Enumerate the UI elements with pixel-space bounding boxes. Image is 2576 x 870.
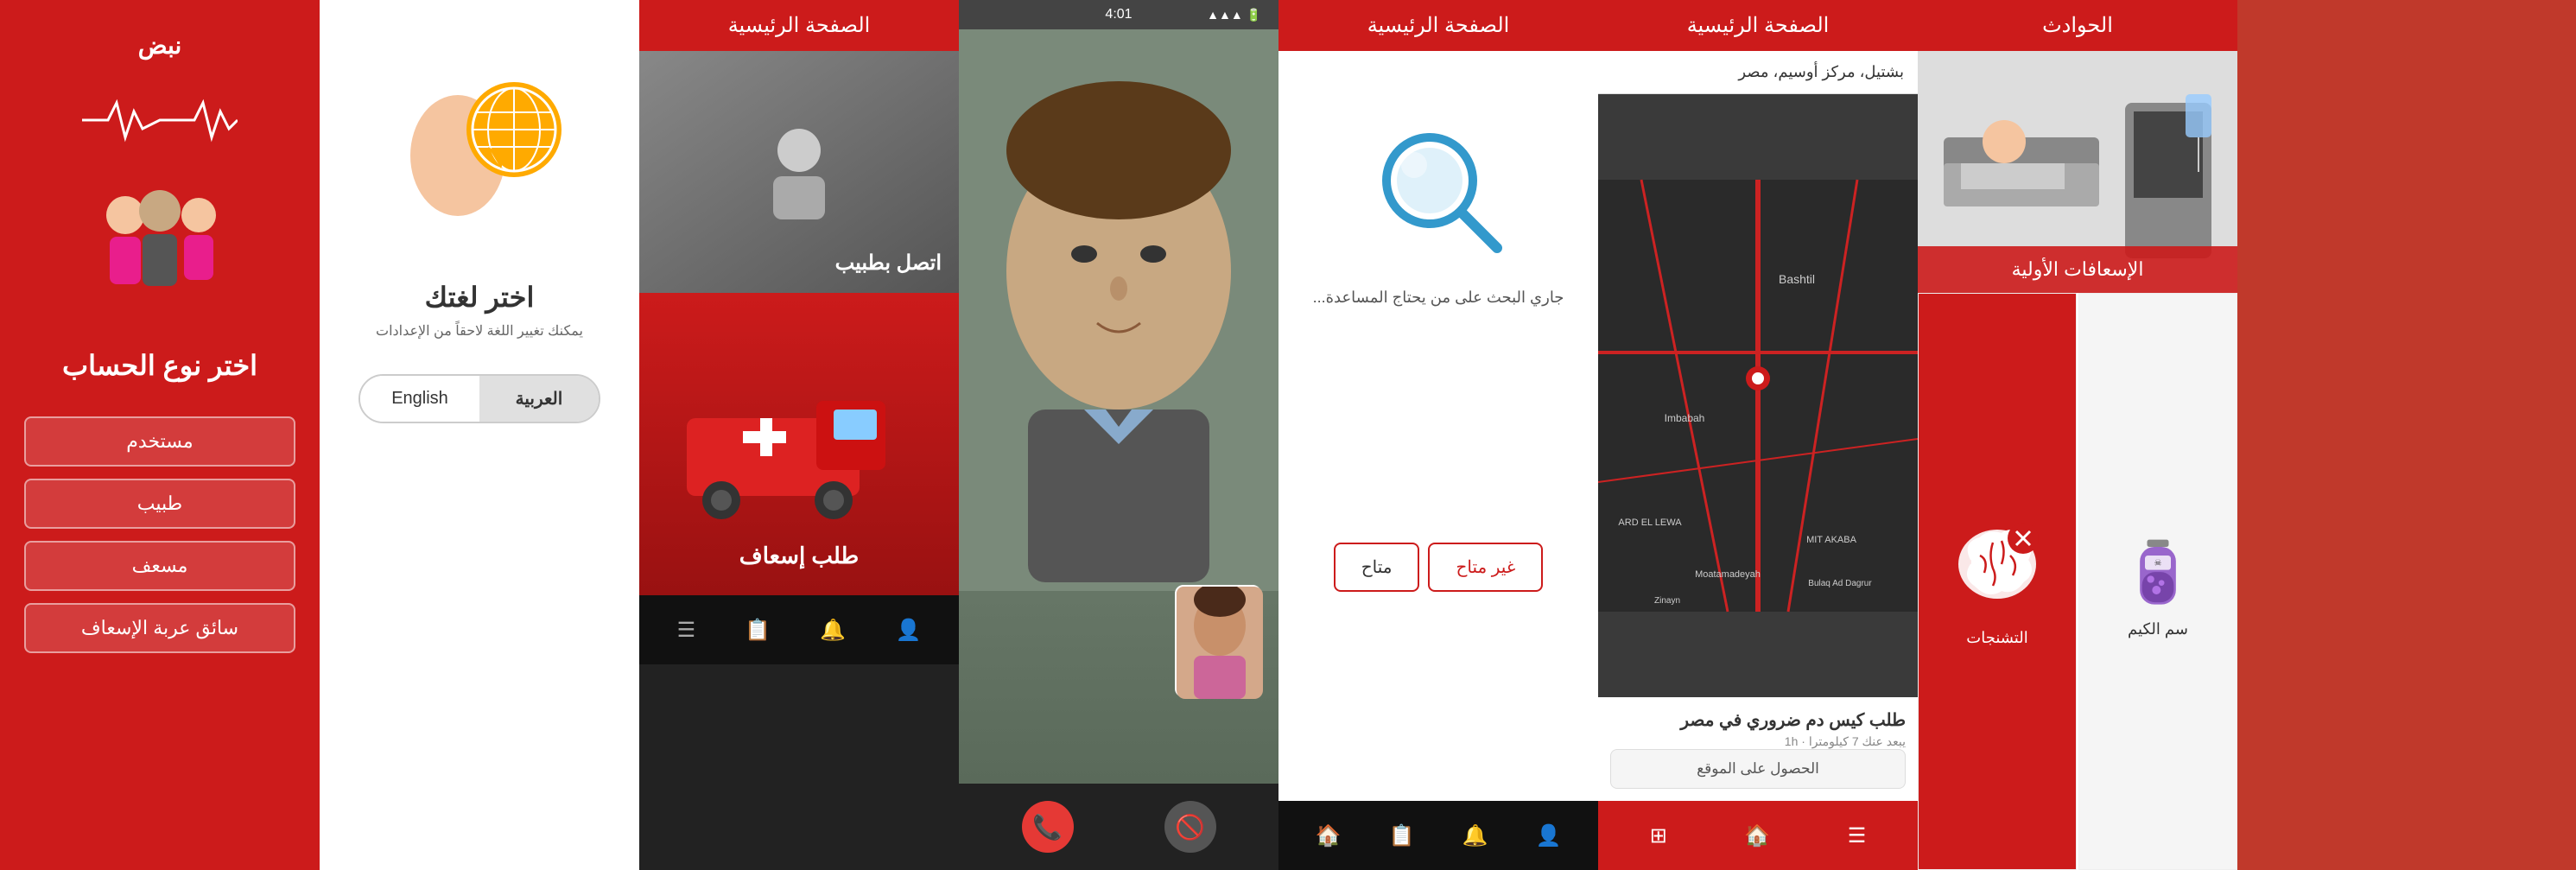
svg-text:ARD EL LEWA: ARD EL LEWA xyxy=(1618,518,1682,528)
location-label: بشتيل، مركز أوسيم، مصر xyxy=(1598,51,1918,94)
get-location-btn[interactable]: الحصول على الموقع xyxy=(1610,749,1906,789)
language-icon-area xyxy=(393,69,566,246)
seizures-label: التشنجات xyxy=(1966,629,2027,647)
nav-grid-icon[interactable]: ⊞ xyxy=(1650,823,1667,848)
contact-doctor-label: اتصل بطبيب xyxy=(835,251,942,276)
main-video-feed xyxy=(959,29,1278,784)
nav-bell-icon[interactable]: 🔔 xyxy=(1462,823,1488,848)
option-user[interactable]: مستخدم xyxy=(24,416,296,467)
poisoning-label: سم الكيم xyxy=(2128,620,2188,638)
contact-doctor-card[interactable]: اتصل بطبيب xyxy=(639,51,959,293)
status-bar: 4:01 ▲▲▲ 🔋 xyxy=(959,0,1278,29)
ambulance-label-area: طلب إسعاف xyxy=(639,509,959,595)
screen-search: الصفحة الرئيسية جاري البحث على من يحتاج … xyxy=(1278,0,1598,870)
english-btn[interactable]: English xyxy=(360,376,479,422)
caller-face xyxy=(959,29,1278,591)
screen6-bottom-nav: ⊞ 🏠 ☰ xyxy=(1598,801,1918,870)
screen6-title: الصفحة الرئيسية xyxy=(1598,0,1918,51)
people-icon xyxy=(73,181,246,314)
pip-caller xyxy=(1177,587,1263,699)
screen-video-call: 4:01 ▲▲▲ 🔋 xyxy=(959,0,1278,870)
choose-account-label: اختر نوع الحساب xyxy=(62,349,257,382)
seizures-card[interactable]: التشنجات xyxy=(1918,293,2077,870)
svg-text:Bashtil: Bashtil xyxy=(1779,272,1815,286)
brain-icon xyxy=(1945,517,2049,620)
nav-user-icon[interactable]: 👤 xyxy=(1536,823,1562,848)
ambulance-card[interactable]: طلب إسعاف xyxy=(639,293,959,595)
search-icon-area xyxy=(1369,120,1507,263)
nav-icon-4[interactable]: 👤 xyxy=(896,618,922,643)
mute-video-icon: 🚫 xyxy=(1175,813,1205,841)
svg-text:Moatamadeyah: Moatamadeyah xyxy=(1695,569,1761,580)
availability-toggle: متاح غير متاح xyxy=(1334,543,1544,592)
first-aid-top-card[interactable]: الإسعافات الأولية xyxy=(1918,51,2237,293)
mute-video-btn[interactable]: 🚫 xyxy=(1164,801,1216,853)
unavailable-btn[interactable]: غير متاح xyxy=(1428,543,1543,592)
search-description: جاري البحث على من يحتاج المساعدة... xyxy=(1287,289,1590,307)
screen5-title: الصفحة الرئيسية xyxy=(1278,0,1598,51)
first-aid-grid: التشنجات ☠ سم الكيم xyxy=(1918,293,2237,870)
screen1-title: نبض xyxy=(0,22,320,68)
nav-icon-3[interactable]: 🔔 xyxy=(820,618,846,643)
call-controls: 📞 🚫 xyxy=(959,784,1278,870)
svg-text:MIT AKABA: MIT AKABA xyxy=(1806,535,1857,545)
screen-map: الصفحة الرئيسية بشتيل، مركز أوسيم، مصر B… xyxy=(1598,0,1918,870)
arabic-btn[interactable]: العربية xyxy=(479,376,599,422)
screen-language: اختر لغتك يمكنك تغيير اللغة لاحقاً من ال… xyxy=(320,0,639,870)
screen1-topbar xyxy=(0,0,320,22)
screen3-bottom-nav: ☰ 📋 🔔 👤 xyxy=(639,595,959,664)
end-call-btn[interactable]: 📞 xyxy=(1022,801,1074,853)
svg-text:☠: ☠ xyxy=(2154,558,2162,568)
lang-hint-text: يمكنك تغيير اللغة لاحقاً من الإعدادات xyxy=(350,322,609,340)
first-aid-content: الإسعافات الأولية xyxy=(1918,51,2237,870)
account-options: مستخدم طبيب مسعف سائق عربة الإسعاف xyxy=(24,416,296,653)
doctor-icon xyxy=(747,120,851,224)
nav-icon-2[interactable]: 📋 xyxy=(745,618,771,643)
option-doctor[interactable]: طبيب xyxy=(24,479,296,529)
nav-menu-icon[interactable]: ☰ xyxy=(1848,823,1867,848)
time-display: 4:01 xyxy=(1105,7,1132,22)
nav-list-icon[interactable]: 📋 xyxy=(1389,823,1415,848)
screen-main1: الصفحة الرئيسية اتصل بطبيب xyxy=(639,0,959,870)
end-call-icon: 📞 xyxy=(1032,813,1063,841)
map-area[interactable]: Bashtil Imbabah ARD EL LEWA MIT AKABA Mo… xyxy=(1598,94,1918,697)
language-toggle: English العربية xyxy=(358,374,600,423)
nav-icon-1[interactable]: ☰ xyxy=(677,618,696,643)
poisoning-card[interactable]: ☠ سم الكيم xyxy=(2078,293,2237,870)
svg-text:Imbabah: Imbabah xyxy=(1665,412,1705,424)
nav-home-icon[interactable]: 🏠 xyxy=(1316,823,1342,848)
screen-account-type: نبض اختر نوع الحساب مستخدم طبيب مسعف سائ… xyxy=(0,0,320,870)
signal-icons: ▲▲▲ 🔋 xyxy=(1207,8,1261,22)
nav-home2-icon[interactable]: 🏠 xyxy=(1744,823,1770,848)
screen5-bottom-nav: 🏠 📋 🔔 👤 xyxy=(1278,801,1598,870)
heartbeat-logo xyxy=(82,94,238,146)
svg-text:Zinayn: Zinayn xyxy=(1654,596,1680,606)
svg-text:Bulaq Ad Dagrur: Bulaq Ad Dagrur xyxy=(1808,579,1872,588)
screen3-title: الصفحة الرئيسية xyxy=(639,0,959,51)
option-paramedic[interactable]: مسعف xyxy=(24,541,296,591)
option-driver[interactable]: سائق عربة الإسعاف xyxy=(24,603,296,653)
request-distance: يبعد عنك 7 كيلومترا · 1h xyxy=(1610,734,1906,749)
blood-request-card: طلب كيس دم ضروري في مصر يبعد عنك 7 كيلوم… xyxy=(1598,697,1918,801)
search-magnifier-icon xyxy=(1369,120,1507,258)
ambulance-label: طلب إسعاف xyxy=(639,543,959,569)
map-visual: Bashtil Imbabah ARD EL LEWA MIT AKABA Mo… xyxy=(1598,94,1918,697)
pip-video-feed xyxy=(1175,585,1261,697)
request-title: طلب كيس دم ضروري في مصر xyxy=(1610,709,1906,731)
first-aid-label: الإسعافات الأولية xyxy=(1918,246,2237,293)
choose-lang-label: اختر لغتك xyxy=(425,281,535,314)
ambulance-icon xyxy=(669,366,929,522)
available-btn[interactable]: متاح xyxy=(1334,543,1420,592)
screen7-title: الحوادث xyxy=(1918,0,2237,51)
poison-icon: ☠ xyxy=(2115,525,2201,612)
screen-first-aid: الحوادث الإسعافات الأولية xyxy=(1918,0,2237,870)
